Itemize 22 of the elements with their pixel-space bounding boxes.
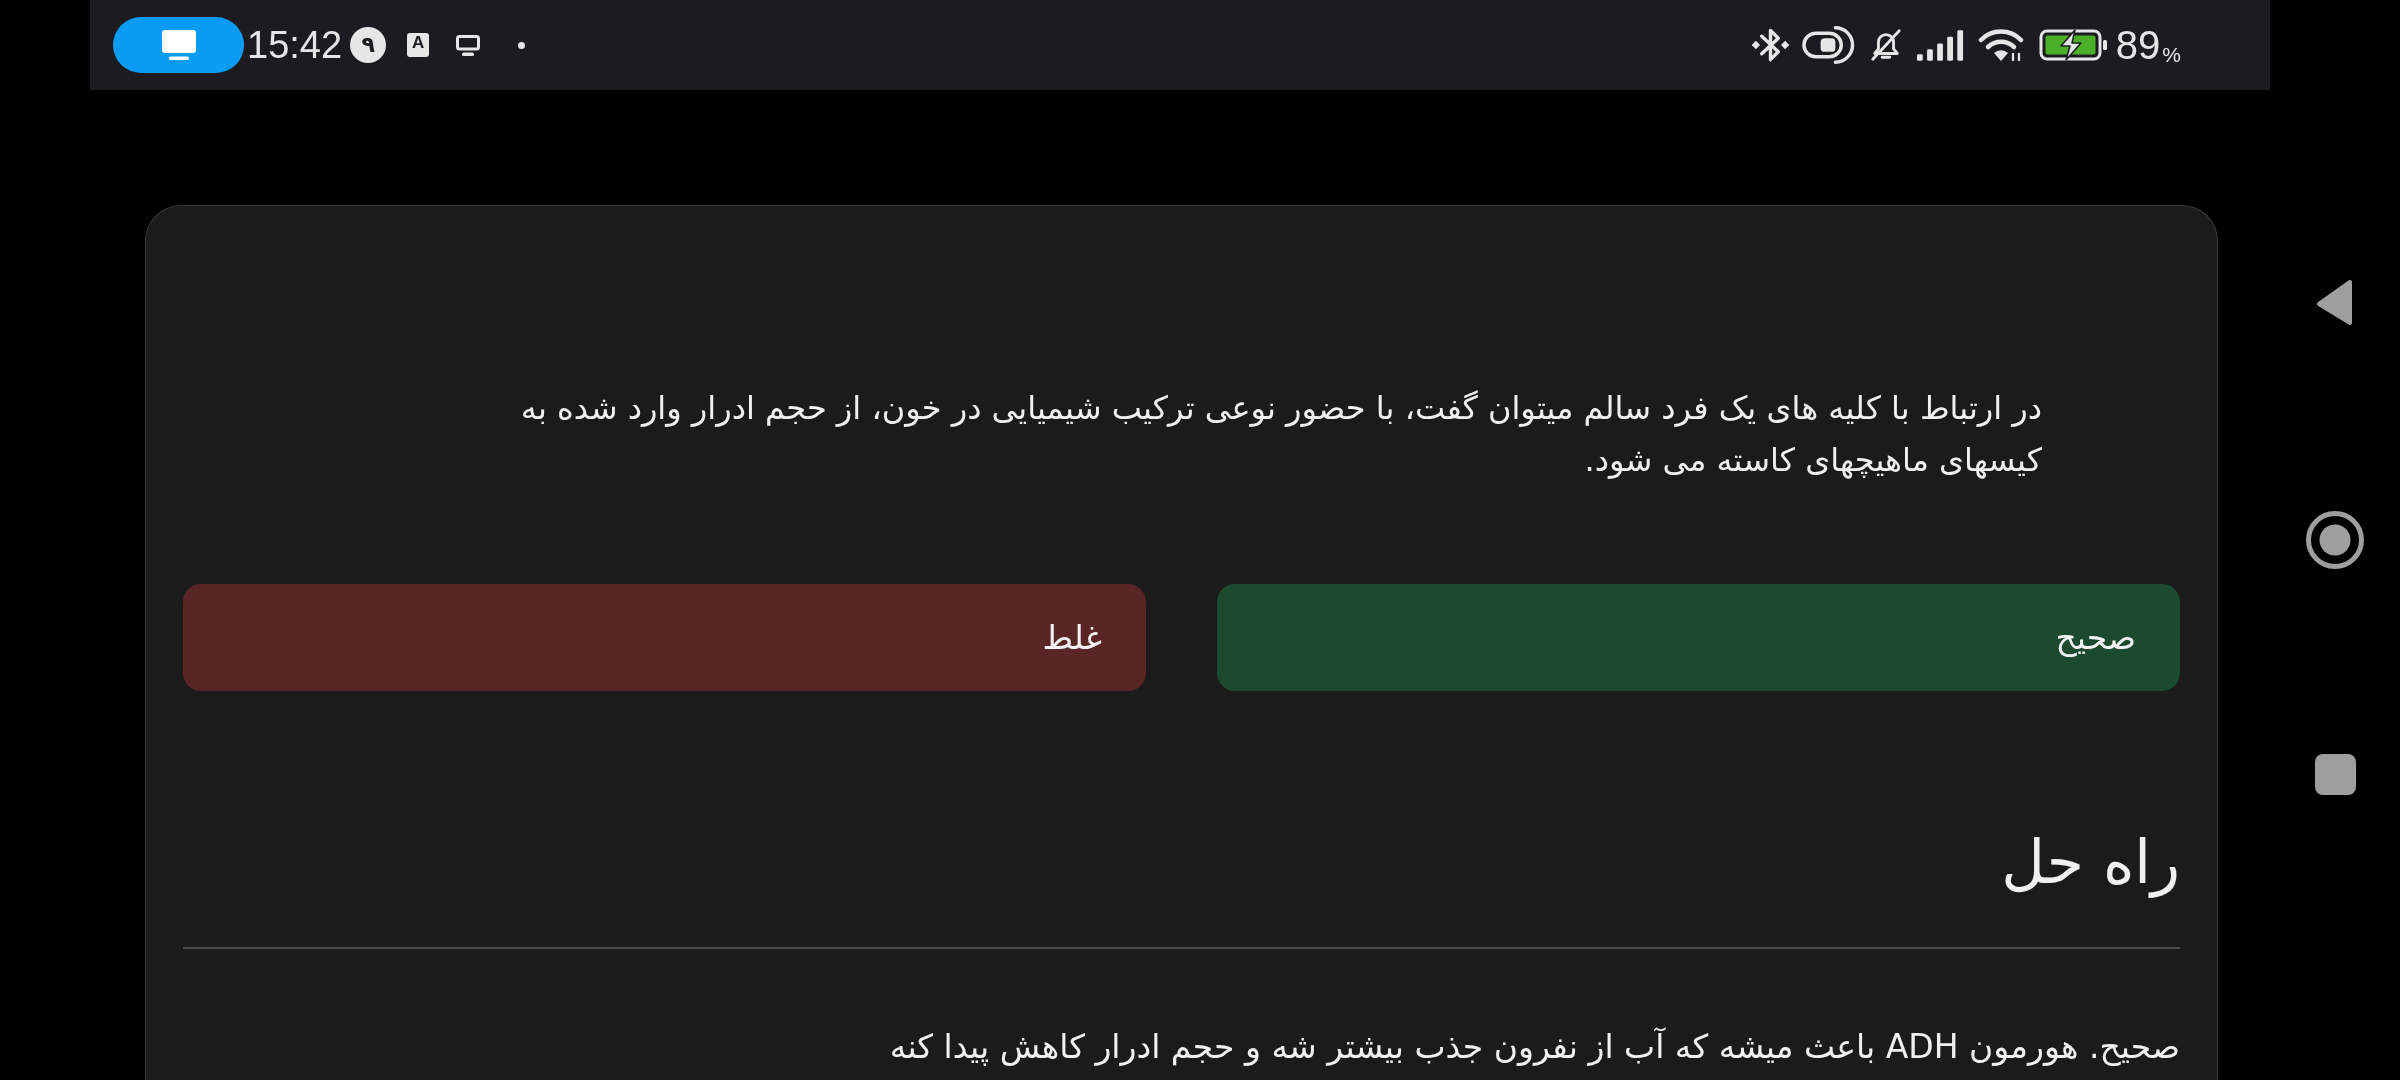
solution-text: صحیح. هورمون ADH باعث میشه که آب از نفرون جذب بیشتر شه و حجم ادرار کاهش پیدا کنه (888, 1026, 2180, 1068)
monitor-icon (160, 30, 197, 60)
percent-sign: % (2162, 43, 2181, 65)
screen-cast-chip[interactable] (113, 17, 244, 73)
answer-button[interactable]: صحیح (1217, 584, 2180, 691)
back-icon[interactable] (2316, 279, 2354, 326)
notification-badge: ۹ (350, 27, 387, 63)
question-text: در ارتباط با کلیه های یک فرد سالم میتوان گفت، با حضور نوعی ترکیب شیمیایی در خون، از حجم ادرار وارد شده به کیسهای ماهیچهای کاسته می شود. (519, 388, 2042, 481)
battery-percent: 89 (2115, 25, 2161, 65)
signal-icon (1916, 29, 1965, 61)
monitor-icon (456, 34, 481, 56)
wifi-icon (1977, 28, 2024, 62)
charging-battery-icon (2038, 29, 2109, 61)
recents-icon[interactable] (2314, 754, 2356, 795)
dot-icon (518, 41, 526, 49)
answer-button[interactable]: غلط (183, 584, 1146, 691)
toggle-icon (1801, 25, 1855, 65)
solution-heading: راه حل (2000, 826, 2180, 900)
bell-off-icon (1868, 28, 1903, 62)
clock-time: 15:42 (247, 26, 343, 64)
keyboard-badge: A (407, 33, 430, 57)
home-icon[interactable] (2306, 511, 2364, 569)
